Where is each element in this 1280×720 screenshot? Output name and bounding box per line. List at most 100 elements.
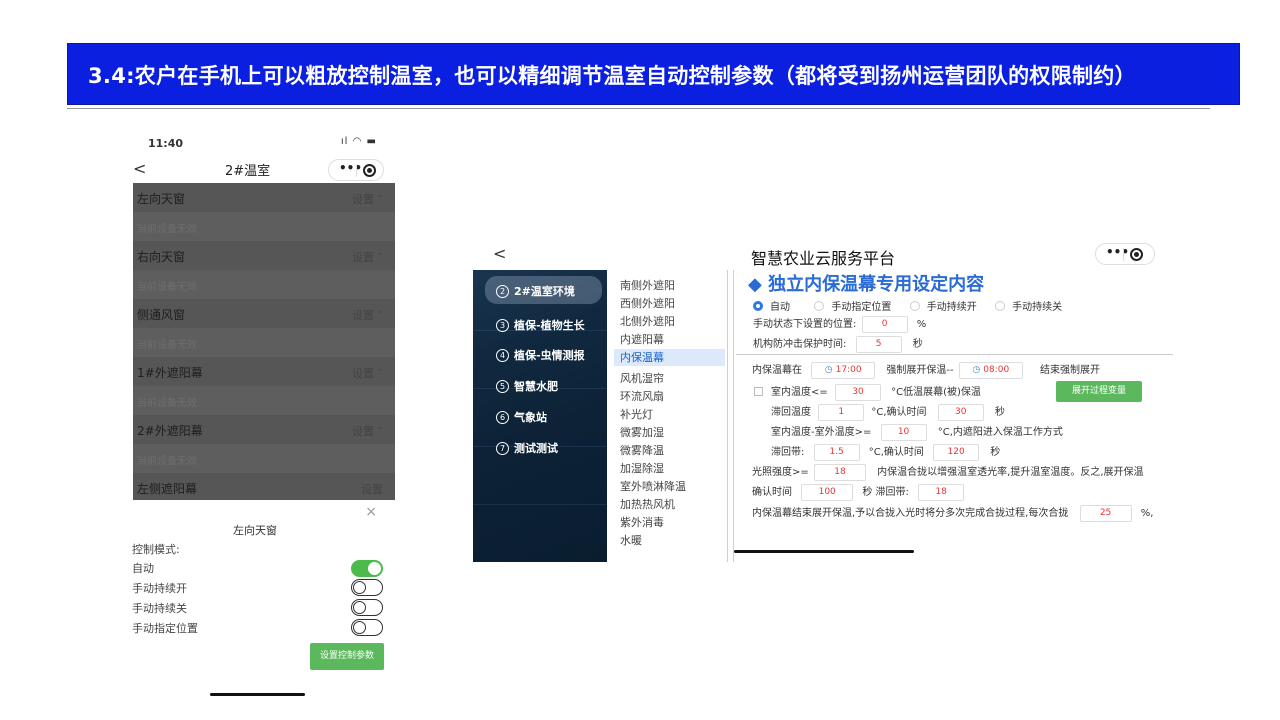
menu-item[interactable]: 紫外消毒: [620, 514, 664, 530]
sidebar-item-pest-report[interactable]: 4 植保-虫情测报: [496, 347, 585, 363]
device-note: 当前设备无效: [133, 444, 395, 473]
confirm-band-input[interactable]: 18: [918, 483, 965, 501]
step-number-icon: 6: [496, 411, 509, 424]
menu-item[interactable]: 北侧外遮阳: [620, 313, 675, 329]
device-setting-dropdown[interactable]: 设置 ˅: [352, 423, 383, 439]
mode-toggle-auto[interactable]: [351, 560, 383, 577]
menu-item[interactable]: 南侧外遮阳: [620, 277, 675, 293]
water-texture: [473, 504, 607, 505]
menu-item[interactable]: 室外喷淋降温: [620, 478, 686, 494]
signal-wifi-battery-icon: ıl ◠ ▬: [340, 136, 377, 147]
step-number-icon: 7: [496, 442, 509, 455]
banner-divider: [67, 108, 1210, 109]
sidebar-item-smart-fertigation[interactable]: 5 智慧水肥: [496, 378, 558, 394]
close-target-icon[interactable]: [363, 164, 376, 177]
mode-toggle-manual-open[interactable]: [351, 579, 383, 596]
hysteresis-confirm-input[interactable]: 30: [937, 403, 984, 421]
radio-auto[interactable]: [753, 301, 763, 311]
force-open-time-value: 08:00: [983, 364, 1010, 375]
device-note-text: 当前设备无效: [137, 340, 197, 351]
field-label: 室内温度-室外温度>=: [771, 427, 872, 438]
phone-screen-greenhouse: 11:40 ıl ◠ ▬ < 2#温室 ••• 左向天窗 设置 ˅ 当前设备无效…: [115, 125, 395, 705]
protect-time-input[interactable]: 5: [855, 335, 902, 353]
sidebar-item-weather-station[interactable]: 6 气象站: [496, 409, 547, 425]
panel-divider: [733, 270, 734, 562]
nav-bar: < 2#温室 •••: [115, 157, 395, 181]
mode-toggle-manual-position[interactable]: [351, 619, 383, 636]
device-row[interactable]: 1#外遮阳幕 设置 ˅: [133, 357, 395, 386]
clock-icon: ◷: [824, 364, 833, 375]
radio-manual-open[interactable]: [909, 301, 920, 311]
close-step-input[interactable]: 25: [1079, 504, 1132, 522]
menu-item[interactable]: 西侧外遮阳: [620, 295, 675, 311]
device-row[interactable]: 右向天窗 设置 ˅: [133, 241, 395, 270]
sidebar-item-plant-growth[interactable]: 3 植保-植物生长: [496, 317, 585, 333]
radio-manual-close[interactable]: [995, 301, 1006, 311]
panel-divider: [727, 270, 728, 562]
close-time-picker[interactable]: ◷ 17:00: [811, 361, 876, 379]
indoor-temp-checkbox[interactable]: [754, 387, 763, 396]
hysteresis-input[interactable]: 1: [818, 403, 865, 421]
menu-item[interactable]: 风机湿帘: [620, 370, 664, 386]
device-row[interactable]: 2#外遮阳幕 设置 ˅: [133, 415, 395, 444]
menu-item[interactable]: 微雾加湿: [620, 424, 664, 440]
page-title: 2#温室: [225, 164, 271, 179]
field-label: 强制展开保温--: [886, 365, 954, 376]
mode-option-label: 手动持续关: [132, 602, 187, 615]
sidebar-item-label: 智慧水肥: [514, 380, 558, 393]
sidebar-item-greenhouse-env[interactable]: 2 2#温室环境: [485, 276, 602, 304]
temp-diff-row: 室内温度-室外温度>= 10 °C,内遮阳进入保温工作方式: [771, 423, 1063, 441]
manual-position-input[interactable]: 0: [861, 315, 908, 333]
step-number-icon: 5: [496, 380, 509, 393]
close-icon[interactable]: ×: [365, 504, 377, 520]
set-control-params-button[interactable]: 设置控制参数: [310, 643, 384, 670]
hysteresis-row: 滞回温度 1 °C,确认时间 30 秒: [771, 403, 1005, 421]
radio-label: 手动持续开: [926, 302, 977, 313]
band-input[interactable]: 1.5: [813, 443, 860, 461]
close-target-icon[interactable]: [1130, 248, 1143, 261]
menu-item[interactable]: 微雾降温: [620, 442, 664, 458]
back-icon[interactable]: <: [493, 244, 506, 263]
device-row[interactable]: 左侧遮阳幕 设置: [133, 473, 395, 500]
device-setting-dropdown[interactable]: 设置 ˅: [352, 249, 383, 265]
radio-label: 手动持续关: [1012, 302, 1063, 313]
device-setting-dropdown[interactable]: 设置 ˅: [352, 307, 383, 323]
force-open-time-picker[interactable]: ◷ 08:00: [958, 361, 1023, 379]
device-row[interactable]: 侧通风窗 设置 ˅: [133, 299, 395, 328]
confirm-time-input[interactable]: 100: [801, 483, 854, 501]
process-variables-button[interactable]: 展开过程变量: [1056, 381, 1142, 402]
device-note: 当前设备无效: [133, 328, 395, 357]
radio-manual-position[interactable]: [814, 301, 825, 311]
menu-item[interactable]: 内遮阳幕: [620, 331, 664, 347]
field-label: 滞回带:: [771, 447, 805, 458]
close-step-row: 内保温幕结束展开保温,予以合拢入光时将分多次完成合拢过程,每次合拢 25 %,: [752, 504, 1153, 522]
more-icon[interactable]: •••: [339, 161, 362, 175]
band-confirm-input[interactable]: 120: [933, 443, 980, 461]
field-label: 结束强制展开: [1039, 365, 1100, 376]
mode-radio-group: 自动 手动指定位置 手动持续开 手动持续关: [753, 298, 1062, 313]
home-indicator: [734, 550, 914, 553]
device-setting-dropdown[interactable]: 设置 ˅: [352, 365, 383, 381]
menu-item[interactable]: 水暖: [620, 532, 642, 548]
mode-toggle-manual-close[interactable]: [351, 599, 383, 616]
menu-item[interactable]: 加湿除湿: [620, 460, 664, 476]
back-icon[interactable]: <: [133, 159, 146, 178]
more-icon[interactable]: •••: [1106, 245, 1129, 259]
sidebar-item-label: 测试测试: [514, 442, 558, 455]
menu-item-active[interactable]: 内保温幕: [614, 349, 725, 366]
step-number-icon: 4: [496, 349, 509, 362]
temp-diff-input[interactable]: 10: [880, 423, 927, 441]
menu-item[interactable]: 补光灯: [620, 406, 653, 422]
device-setting-dropdown[interactable]: 设置: [361, 481, 383, 497]
device-row[interactable]: 左向天窗 设置 ˅: [133, 183, 395, 212]
unit-label: 秒: [990, 447, 1001, 458]
section-title: ◆ 独立内保温幕专用设定内容: [748, 274, 985, 295]
device-name: 1#外遮阳幕: [137, 366, 203, 380]
device-setting-dropdown[interactable]: 设置 ˅: [352, 191, 383, 207]
menu-item[interactable]: 环流风扇: [620, 388, 664, 404]
sidebar-item-test[interactable]: 7 测试测试: [496, 440, 558, 456]
light-input[interactable]: 18: [813, 463, 866, 481]
indoor-temp-input[interactable]: 30: [834, 383, 881, 401]
device-name: 右向天窗: [137, 250, 186, 264]
menu-item[interactable]: 加热热风机: [620, 496, 675, 512]
